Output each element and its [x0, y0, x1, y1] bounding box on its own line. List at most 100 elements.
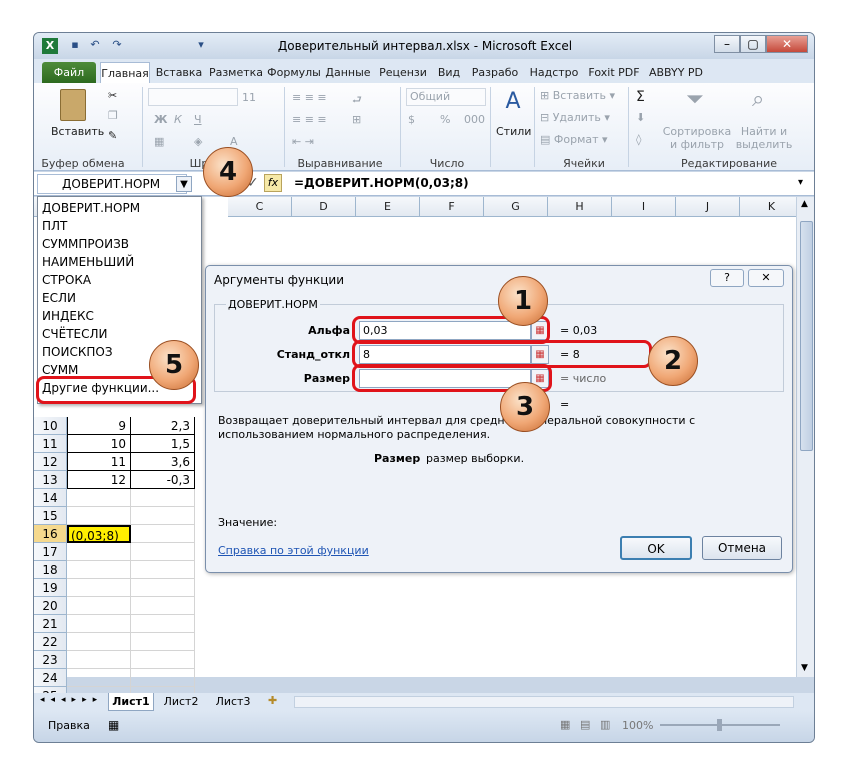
table-cell[interactable]: -0,3: [131, 471, 195, 489]
paste-icon[interactable]: [60, 89, 86, 121]
table-cell[interactable]: 12: [67, 471, 131, 489]
row-header[interactable]: 13: [34, 471, 67, 489]
row-header[interactable]: 11: [34, 435, 67, 453]
tab-data[interactable]: Данные: [324, 62, 372, 83]
table-cell[interactable]: [131, 579, 195, 597]
align-left-icon[interactable]: ≡ ≡ ≡: [292, 113, 327, 126]
horizontal-scrollbar[interactable]: [294, 696, 794, 708]
row-header[interactable]: 17: [34, 543, 67, 561]
table-cell[interactable]: [67, 507, 131, 525]
merge-icon[interactable]: ⊞: [352, 113, 361, 126]
paste-button-label[interactable]: Вставить: [51, 125, 104, 138]
styles-icon[interactable]: A: [500, 89, 526, 117]
function-list-item[interactable]: ИНДЕКС: [42, 307, 94, 325]
row-header[interactable]: 16: [34, 525, 67, 543]
row-header[interactable]: 15: [34, 507, 67, 525]
function-list-item[interactable]: ДОВЕРИТ.НОРМ: [42, 199, 140, 217]
thousands-icon[interactable]: 000: [464, 113, 485, 126]
sheet-tab-2[interactable]: Лист2: [158, 695, 204, 708]
currency-icon[interactable]: $: [408, 113, 415, 126]
fill-color-icon[interactable]: ◈: [194, 135, 202, 148]
page-layout-view-icon[interactable]: ▤: [580, 718, 590, 731]
function-list-item[interactable]: СЧЁТЕСЛИ: [42, 325, 107, 343]
table-cell[interactable]: [67, 633, 131, 651]
column-header-i[interactable]: I: [612, 197, 676, 217]
column-header-g[interactable]: G: [484, 197, 548, 217]
minimize-button[interactable]: –: [714, 35, 740, 53]
name-box-dropdown-icon[interactable]: ▼: [176, 176, 192, 192]
function-list-item[interactable]: ПЛТ: [42, 217, 67, 235]
format-painter-icon[interactable]: ✎: [108, 129, 117, 142]
font-name-box[interactable]: [148, 88, 238, 106]
cut-icon[interactable]: ✂: [108, 89, 117, 102]
table-cell[interactable]: [131, 507, 195, 525]
tab-page-layout[interactable]: Разметка: [208, 62, 264, 83]
table-cell[interactable]: [67, 579, 131, 597]
name-box[interactable]: ДОВЕРИТ.НОРМ: [37, 174, 187, 194]
clear-icon[interactable]: ◊: [636, 133, 641, 146]
column-header-d[interactable]: D: [292, 197, 356, 217]
row-header[interactable]: 21: [34, 615, 67, 633]
expand-formula-bar-icon[interactable]: ▾: [798, 177, 803, 188]
tab-review[interactable]: Рецензи: [374, 62, 432, 83]
indent-icon[interactable]: ⇤ ⇥: [292, 135, 314, 148]
table-cell[interactable]: 11: [67, 453, 131, 471]
scroll-thumb[interactable]: [800, 221, 813, 451]
row-header[interactable]: 10: [34, 417, 67, 435]
table-cell[interactable]: [131, 615, 195, 633]
sort-filter-button[interactable]: Сортировка и фильтр: [662, 125, 732, 151]
scroll-down-arrow[interactable]: ▼: [801, 663, 808, 673]
table-cell[interactable]: [67, 669, 131, 687]
row-header[interactable]: 24: [34, 669, 67, 687]
tab-home[interactable]: Главная: [100, 62, 150, 83]
copy-icon[interactable]: ❐: [108, 109, 118, 122]
column-header-f[interactable]: F: [420, 197, 484, 217]
font-color-icon[interactable]: A: [230, 135, 238, 148]
fill-icon[interactable]: ⬇: [636, 111, 645, 124]
table-cell[interactable]: [131, 489, 195, 507]
bold-icon[interactable]: Ж: [154, 113, 167, 126]
ok-button[interactable]: OK: [620, 536, 692, 560]
tab-addins[interactable]: Надстро: [526, 62, 582, 83]
table-cell[interactable]: 10: [67, 435, 131, 453]
dialog-close-button[interactable]: ✕: [748, 269, 784, 287]
zoom-level[interactable]: 100%: [622, 719, 653, 732]
table-cell[interactable]: [67, 543, 131, 561]
table-cell[interactable]: 2,3: [131, 417, 195, 435]
number-format-box[interactable]: Общий: [406, 88, 486, 106]
percent-icon[interactable]: %: [440, 113, 450, 126]
new-sheet-icon[interactable]: ✚: [268, 694, 277, 707]
table-cell[interactable]: 3,6: [131, 453, 195, 471]
sheet-tab-3[interactable]: Лист3: [210, 695, 256, 708]
scroll-up-arrow[interactable]: ▲: [801, 199, 808, 209]
underline-icon[interactable]: Ч: [194, 113, 202, 126]
column-header-c[interactable]: C: [228, 197, 292, 217]
function-list-item[interactable]: ПОИСКПОЗ: [42, 343, 113, 361]
insert-cells-button[interactable]: ⊞ Вставить ▾: [540, 89, 615, 102]
styles-button[interactable]: Стили: [496, 125, 531, 138]
column-header-e[interactable]: E: [356, 197, 420, 217]
column-header-h[interactable]: H: [548, 197, 612, 217]
table-cell[interactable]: [131, 543, 195, 561]
formula-input[interactable]: =ДОВЕРИТ.НОРМ(0,03;8): [294, 176, 469, 190]
function-list-item[interactable]: НАИМЕНЬШИЙ: [42, 253, 134, 271]
row-header[interactable]: 12: [34, 453, 67, 471]
table-cell[interactable]: [131, 525, 195, 543]
table-cell[interactable]: [67, 597, 131, 615]
table-cell[interactable]: [131, 597, 195, 615]
tab-insert[interactable]: Вставка: [152, 62, 206, 83]
find-select-button[interactable]: Найти и выделить: [734, 125, 794, 151]
row-header[interactable]: 14: [34, 489, 67, 507]
tab-file[interactable]: Файл: [42, 62, 96, 83]
italic-icon[interactable]: К: [174, 113, 182, 126]
column-header-j[interactable]: J: [676, 197, 740, 217]
vertical-scrollbar[interactable]: ▲ ▼: [796, 197, 814, 677]
normal-view-icon[interactable]: ▦: [560, 718, 570, 731]
wrap-text-icon[interactable]: ⮐: [352, 91, 362, 110]
row-header[interactable]: 18: [34, 561, 67, 579]
row-header[interactable]: 20: [34, 597, 67, 615]
autosum-icon[interactable]: Σ: [636, 89, 645, 105]
table-cell[interactable]: [131, 633, 195, 651]
function-list-item[interactable]: ЕСЛИ: [42, 289, 76, 307]
maximize-button[interactable]: ▢: [740, 35, 766, 53]
